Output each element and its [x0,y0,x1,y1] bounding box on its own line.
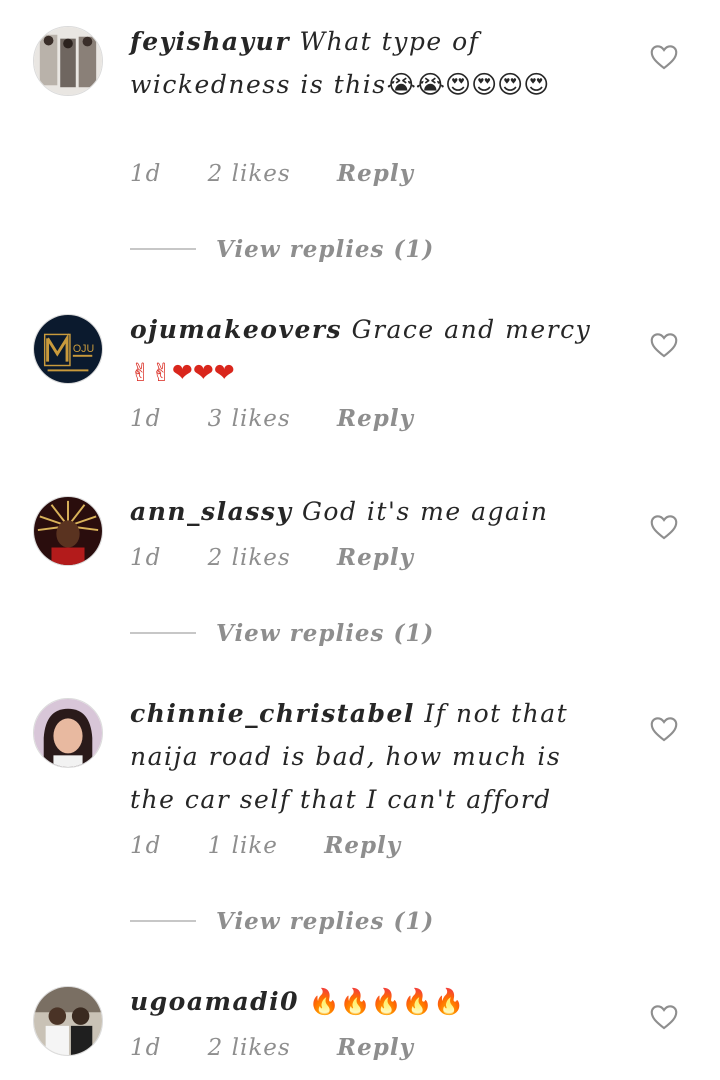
comment-emoji: 🔥🔥🔥🔥🔥 [308,987,465,1016]
likes-count[interactable]: 3 likes [208,406,291,432]
comment-text: ugoamadi0 🔥🔥🔥🔥🔥 [130,980,610,1023]
comment-text: feyishayur What type of wickedness is th… [130,20,610,106]
avatar[interactable] [33,26,103,96]
like-heart-icon[interactable] [650,514,678,540]
like-heart-icon[interactable] [650,1004,678,1030]
comment-meta: 1d 3 likes Reply [130,405,452,432]
avatar[interactable] [33,496,103,566]
comment-time: 1d [130,406,162,432]
avatar-image [34,699,102,767]
view-replies-button[interactable]: View replies (1) [130,234,434,264]
comment-meta: 1d 1 like Reply [130,832,439,859]
avatar-image: OJU [34,315,102,383]
reply-button[interactable]: Reply [337,160,414,187]
view-replies-button[interactable]: View replies (1) [130,618,434,648]
likes-count[interactable]: 2 likes [208,161,291,187]
like-heart-icon[interactable] [650,44,678,70]
username[interactable]: ugoamadi0 [130,987,299,1016]
avatar[interactable]: OJU [33,314,103,384]
like-heart-icon[interactable] [650,332,678,358]
likes-count[interactable]: 2 likes [208,1035,291,1061]
avatar-image [34,497,102,565]
comment-time: 1d [130,161,162,187]
comment-body: Grace and mercy [351,315,592,344]
comment-meta: 1d 2 likes Reply [130,544,452,571]
divider [130,248,196,250]
username[interactable]: ann_slassy [130,497,293,526]
like-heart-icon[interactable] [650,716,678,742]
reply-button[interactable]: Reply [324,832,401,859]
divider [130,632,196,634]
divider [130,920,196,922]
reply-button[interactable]: Reply [337,544,414,571]
avatar[interactable] [33,698,103,768]
reply-button[interactable]: Reply [337,1034,414,1061]
view-replies-label: View replies (1) [216,235,435,263]
avatar-image [34,27,102,95]
comment-text: chinnie_christabel If not that naija roa… [130,692,610,821]
comment-meta: 1d 2 likes Reply [130,160,452,187]
comment-body: God it's me again [301,497,549,526]
likes-count[interactable]: 1 like [208,833,278,859]
likes-count[interactable]: 2 likes [208,545,291,571]
comment-emoji: ✌✌❤❤❤ [130,358,235,387]
svg-text:OJU: OJU [73,343,94,355]
comment-text: ojumakeovers Grace and mercy ✌✌❤❤❤ [130,308,610,394]
username[interactable]: feyishayur [130,27,290,56]
reply-button[interactable]: Reply [337,405,414,432]
comment-time: 1d [130,1035,162,1061]
view-replies-label: View replies (1) [216,907,435,935]
username[interactable]: chinnie_christabel [130,699,415,728]
comment-text: ann_slassy God it's me again [130,490,610,533]
comment-meta: 1d 2 likes Reply [130,1034,452,1061]
comment-time: 1d [130,833,162,859]
avatar[interactable] [33,986,103,1056]
avatar-image [34,987,102,1055]
comment-emoji: 😭😭😍😍😍😍 [386,70,550,99]
username[interactable]: ojumakeovers [130,315,342,344]
comment-time: 1d [130,545,162,571]
view-replies-label: View replies (1) [216,619,435,647]
view-replies-button[interactable]: View replies (1) [130,906,434,936]
